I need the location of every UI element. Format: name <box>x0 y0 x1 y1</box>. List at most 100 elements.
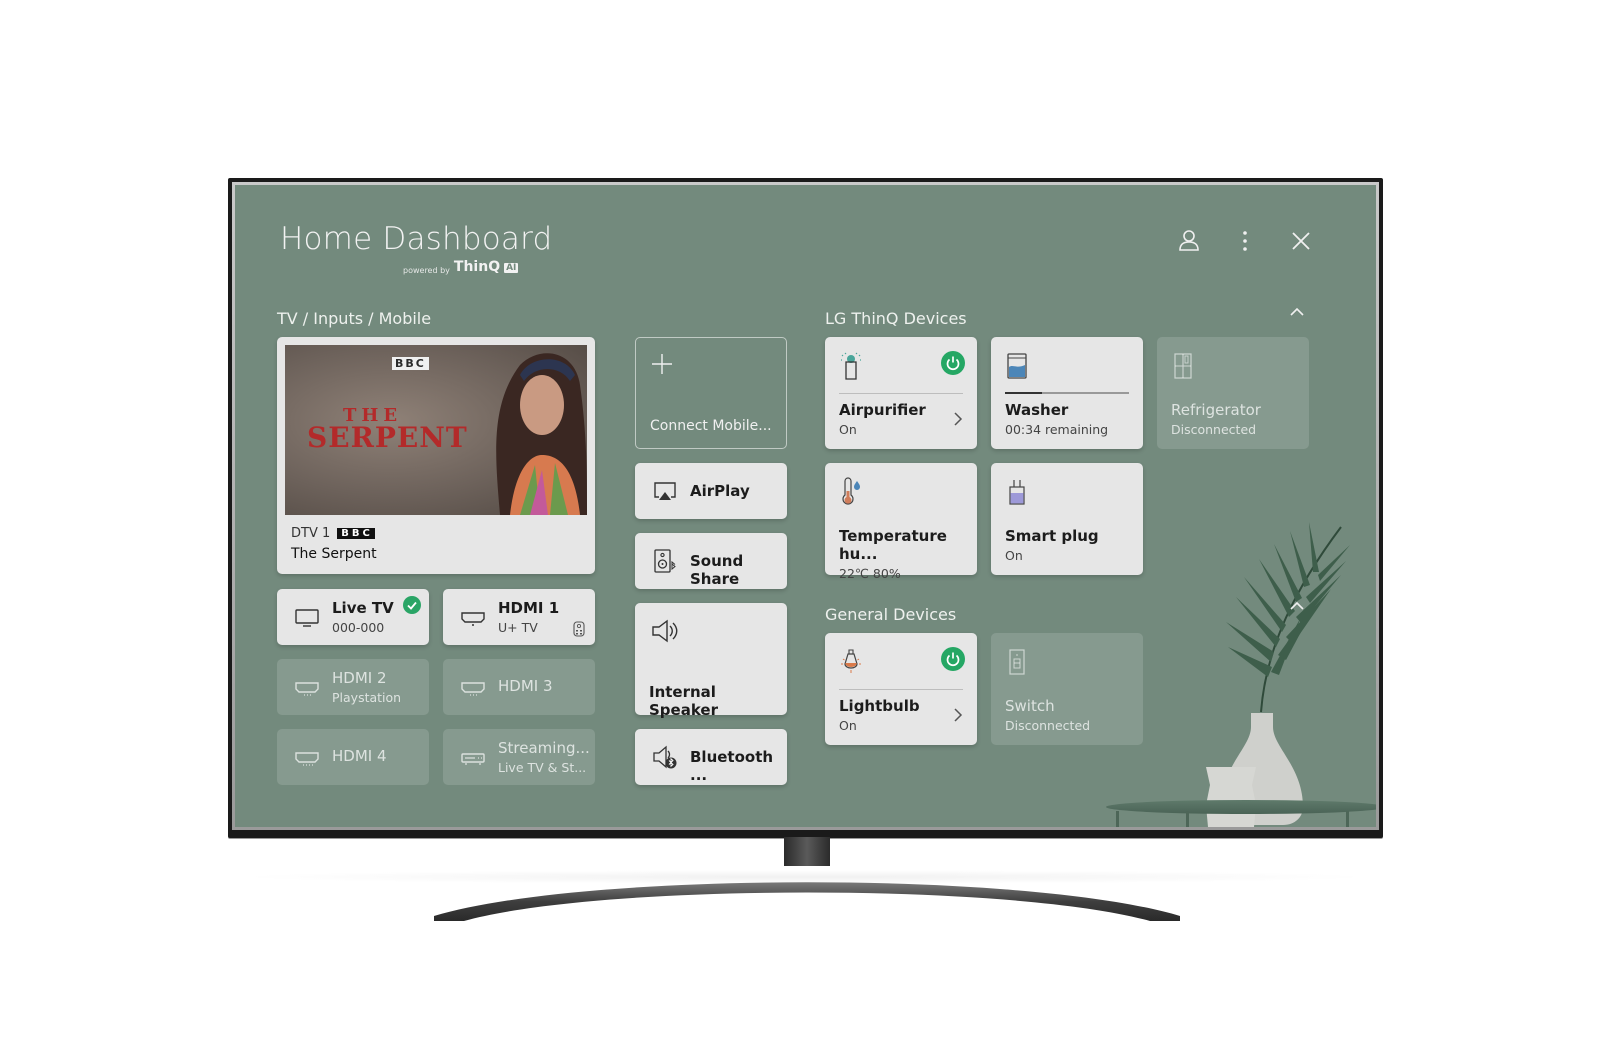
sound-share-icon <box>654 549 676 573</box>
page-title: Home Dashboard <box>280 221 553 257</box>
input-name: HDMI 3 <box>498 677 553 695</box>
bluetooth-speaker-icon <box>653 745 677 769</box>
input-name: Live TV <box>332 599 394 617</box>
small-vase <box>1206 767 1256 827</box>
hdmi-icon <box>461 682 485 696</box>
device-smart-plug[interactable]: Smart plug On <box>991 463 1143 575</box>
device-status: On <box>839 718 857 733</box>
switch-icon <box>1009 649 1025 675</box>
ai-badge: AI <box>504 263 519 273</box>
bluetooth-button[interactable]: Bluetooth ... <box>635 729 787 785</box>
lightbulb-power-button[interactable] <box>941 647 965 671</box>
airplay-label: AirPlay <box>690 482 750 500</box>
device-temperature-humidity[interactable]: Temperature hu... 22℃ 80% <box>825 463 977 581</box>
collapse-thinq-chevron-up-icon[interactable] <box>1287 305 1307 319</box>
power-icon <box>946 652 960 667</box>
section-title-thinq-devices: LG ThinQ Devices <box>825 309 967 328</box>
connect-mobile-label: Connect Mobile... <box>650 418 772 434</box>
card-divider <box>839 689 963 690</box>
hdmi-icon <box>461 612 485 626</box>
device-status: 22℃ 80% <box>839 566 901 581</box>
speaker-icon <box>652 619 678 643</box>
washer-progress-fill <box>1005 392 1043 394</box>
input-hdmi-4[interactable]: HDMI 4 <box>277 729 429 785</box>
refrigerator-icon <box>1174 353 1192 379</box>
plus-icon <box>652 354 672 374</box>
internal-speaker-label: Internal Speaker <box>649 683 718 719</box>
device-airpurifier[interactable]: Airpurifier On <box>825 337 977 449</box>
device-status: 00:34 remaining <box>1005 422 1109 437</box>
internal-speaker-button[interactable]: Internal Speaker <box>635 603 787 719</box>
input-name: HDMI 2 <box>332 669 387 687</box>
poster-network-logo: BBC <box>392 357 429 370</box>
program-poster: BBC THE SERPENT <box>285 345 587 515</box>
poster-portrait <box>496 353 587 515</box>
washer-progress-bar <box>1005 392 1129 394</box>
device-name: Washer <box>1005 401 1069 419</box>
close-icon <box>1292 232 1310 250</box>
input-sub: U+ TV <box>498 620 538 635</box>
hdmi-icon <box>295 752 319 766</box>
selected-check-icon <box>403 596 421 614</box>
input-live-tv[interactable]: Live TV 000-000 <box>277 589 429 645</box>
tv-bezel: Home Dashboard powered by ThinQ AI TV / … <box>232 182 1379 830</box>
channel-network-logo: BBC <box>337 528 375 539</box>
tv-icon <box>295 609 319 627</box>
chevron-right-icon[interactable] <box>951 705 965 725</box>
sound-share-button[interactable]: Sound Share <box>635 533 787 589</box>
card-divider <box>839 393 963 394</box>
airplay-button[interactable]: AirPlay <box>635 463 787 519</box>
air-purifier-icon <box>841 352 861 380</box>
washer-icon <box>1007 353 1027 379</box>
thermometer-icon <box>842 477 860 505</box>
smart-plug-icon <box>1009 480 1025 505</box>
section-title-tv-inputs: TV / Inputs / Mobile <box>277 309 432 328</box>
tv-stand-base <box>434 882 1180 921</box>
input-name: HDMI 1 <box>498 599 560 617</box>
connect-mobile-button[interactable]: Connect Mobile... <box>635 337 787 449</box>
powered-by-label: powered by <box>403 266 450 275</box>
input-hdmi-2[interactable]: HDMI 2 Playstation <box>277 659 429 715</box>
device-name: Airpurifier <box>839 401 926 419</box>
input-hdmi-1[interactable]: HDMI 1 U+ TV <box>443 589 595 645</box>
device-name: Lightbulb <box>839 697 920 715</box>
more-options-icon <box>1243 231 1247 251</box>
input-streaming[interactable]: Streaming... Live TV & St... <box>443 729 595 785</box>
chevron-right-icon[interactable] <box>951 409 965 429</box>
program-title: The Serpent <box>291 546 377 562</box>
device-name: Switch <box>1005 697 1055 715</box>
poster-title-line2: SERPENT <box>307 421 468 454</box>
device-status: Disconnected <box>1171 422 1257 437</box>
device-switch[interactable]: Switch Disconnected <box>991 633 1143 745</box>
input-name: Streaming... <box>498 739 590 757</box>
channel-number: DTV 1 <box>291 526 331 541</box>
airplay-icon <box>654 482 676 500</box>
tv-frame: Home Dashboard powered by ThinQ AI TV / … <box>228 178 1383 838</box>
device-washer[interactable]: Washer 00:34 remaining <box>991 337 1143 449</box>
device-name: Smart plug <box>1005 527 1099 545</box>
input-sub: 000-000 <box>332 620 385 635</box>
more-options-button[interactable] <box>1231 227 1259 255</box>
device-status: On <box>1005 548 1023 563</box>
now-playing-card[interactable]: BBC THE SERPENT DTV 1 BBC The Serpent <box>277 337 595 574</box>
home-dashboard-screen: Home Dashboard powered by ThinQ AI TV / … <box>235 185 1376 827</box>
remote-control-icon <box>573 621 585 637</box>
device-name: Refrigerator <box>1171 401 1261 419</box>
collapse-general-chevron-up-icon[interactable] <box>1287 599 1307 613</box>
hdmi-icon <box>295 682 319 696</box>
thinq-brand: ThinQ <box>453 259 501 275</box>
airpurifier-power-button[interactable] <box>941 351 965 375</box>
device-status: Disconnected <box>1005 718 1091 733</box>
input-sub: Playstation <box>332 690 402 705</box>
input-name: HDMI 4 <box>332 747 387 765</box>
device-status: On <box>839 422 857 437</box>
close-button[interactable] <box>1287 227 1315 255</box>
device-name: Temperature hu... <box>839 527 947 563</box>
input-sub: Live TV & St... <box>498 760 587 775</box>
device-lightbulb[interactable]: Lightbulb On <box>825 633 977 745</box>
sound-share-label: Sound Share <box>690 552 744 588</box>
input-hdmi-3[interactable]: HDMI 3 <box>443 659 595 715</box>
profile-button[interactable] <box>1175 227 1203 255</box>
device-refrigerator[interactable]: Refrigerator Disconnected <box>1157 337 1309 449</box>
palm-leaf <box>1226 522 1350 713</box>
